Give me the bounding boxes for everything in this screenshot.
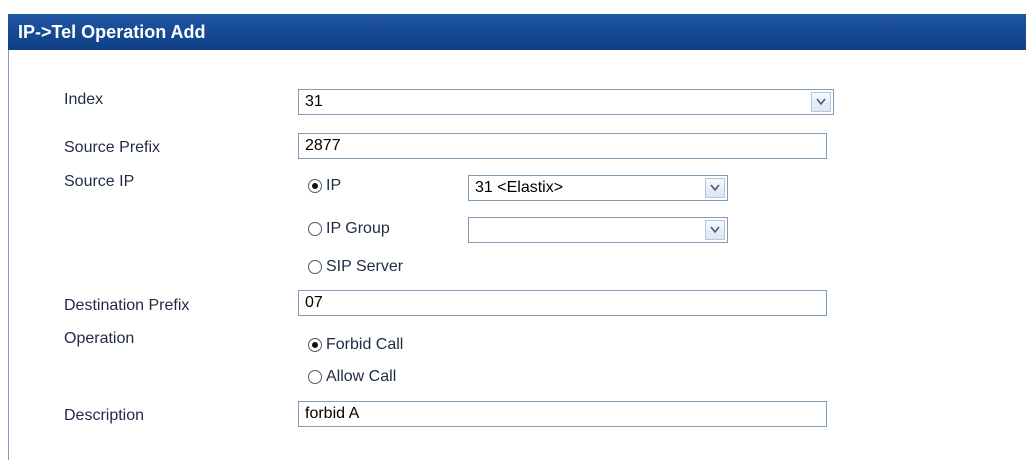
- chevron-down-icon[interactable]: [705, 220, 725, 240]
- destination-prefix-label: Destination Prefix: [64, 297, 190, 314]
- radio-unchecked-icon[interactable]: [308, 260, 322, 274]
- operation-option-forbid-call[interactable]: Forbid Call: [308, 334, 403, 356]
- chevron-down-icon[interactable]: [811, 92, 831, 112]
- source-ip-option-sip-server[interactable]: SIP Server: [308, 256, 403, 278]
- source-ip-label: Source IP: [64, 173, 135, 190]
- chevron-down-icon[interactable]: [705, 178, 725, 198]
- panel-title: IP->Tel Operation Add: [8, 14, 1026, 50]
- top-strip: [0, 0, 1026, 14]
- source-ip-option-ip[interactable]: IP: [308, 175, 341, 197]
- source-ip-option-sip-server-label: SIP Server: [326, 258, 404, 275]
- radio-unchecked-icon[interactable]: [308, 370, 322, 384]
- source-prefix-input[interactable]: [298, 133, 827, 159]
- radio-checked-icon[interactable]: [308, 338, 322, 352]
- source-ip-select-value: 31 <Elastix>: [475, 179, 564, 196]
- source-ip-option-ip-label: IP: [326, 177, 342, 194]
- index-select[interactable]: 31: [298, 89, 834, 115]
- source-prefix-label: Source Prefix: [64, 139, 161, 156]
- operation-label: Operation: [64, 330, 135, 347]
- index-label: Index: [64, 91, 104, 108]
- operation-option-allow-call-label: Allow Call: [326, 368, 397, 385]
- source-ip-option-ip-group-label: IP Group: [326, 220, 390, 237]
- description-label: Description: [64, 407, 145, 424]
- operation-option-forbid-call-label: Forbid Call: [326, 336, 404, 353]
- operation-option-allow-call[interactable]: Allow Call: [308, 366, 396, 388]
- description-input[interactable]: [298, 401, 827, 427]
- source-ip-option-ip-group[interactable]: IP Group: [308, 218, 390, 240]
- ip-group-select[interactable]: [468, 217, 728, 243]
- source-ip-select[interactable]: 31 <Elastix>: [468, 175, 728, 201]
- index-select-value: 31: [305, 93, 323, 110]
- radio-checked-icon[interactable]: [308, 179, 322, 193]
- radio-unchecked-icon[interactable]: [308, 222, 322, 236]
- destination-prefix-input[interactable]: [298, 290, 827, 316]
